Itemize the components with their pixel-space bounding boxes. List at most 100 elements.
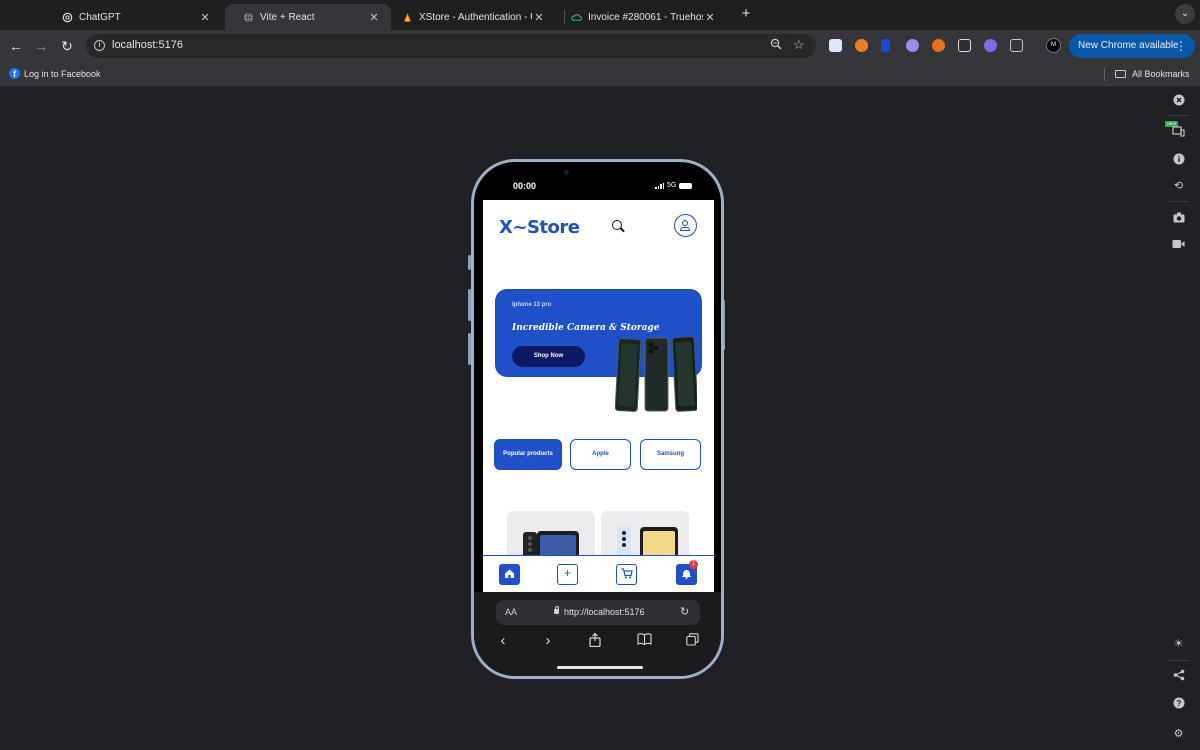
app-logo[interactable]: X~Store xyxy=(499,217,580,238)
tab-search-icon[interactable]: ⌄ xyxy=(1175,4,1195,24)
banner-subtitle: Iphone 13 pro xyxy=(512,302,552,308)
phone-bezel: 00:00 5G X~Store Iphone 13 pro Incredibl… xyxy=(474,162,721,676)
site-info-icon[interactable]: i xyxy=(94,40,105,51)
category-apple[interactable]: Apple xyxy=(570,439,631,470)
home-indicator[interactable] xyxy=(557,666,643,669)
folder-icon[interactable] xyxy=(1115,70,1126,78)
product-card[interactable] xyxy=(601,511,689,561)
forward-icon[interactable]: → xyxy=(31,36,51,56)
extension-swirl-icon[interactable] xyxy=(932,39,945,52)
tab-close-icon[interactable]: ✕ xyxy=(198,11,212,24)
account-head xyxy=(682,220,688,226)
bookmark-facebook[interactable]: Log in to Facebook xyxy=(24,69,101,79)
profile-avatar[interactable]: M xyxy=(1046,38,1061,53)
bookmarks-divider xyxy=(1104,68,1105,81)
bookmarks-bar: f Log in to Facebook All Bookmarks xyxy=(0,61,1200,87)
safari-tabs-icon[interactable] xyxy=(683,633,701,650)
account-icon[interactable] xyxy=(674,214,697,237)
browser-toolbar: ← → ↻ i localhost:5176 ☆ M New Chrome av… xyxy=(0,30,1200,61)
nav-cart-icon[interactable] xyxy=(616,564,637,585)
svg-text:?: ? xyxy=(1176,699,1181,708)
safari-share-icon[interactable] xyxy=(586,632,604,651)
back-icon[interactable]: ← xyxy=(6,36,26,56)
notification-count-badge: 1 xyxy=(689,560,698,569)
video-icon[interactable] xyxy=(1172,239,1185,252)
safari-url[interactable]: http://localhost:5176 xyxy=(564,607,645,617)
safari-reload-icon[interactable]: ↻ xyxy=(680,605,689,618)
camera-icon[interactable] xyxy=(1172,212,1185,225)
rail-divider xyxy=(1167,660,1189,661)
share-icon[interactable] xyxy=(1172,669,1185,682)
address-bar[interactable]: i localhost:5176 ☆ xyxy=(86,34,816,58)
rotate-icon[interactable]: ⟲ xyxy=(1172,180,1185,193)
network-label: 5G xyxy=(667,182,677,189)
samsung-phone-image xyxy=(523,531,579,561)
new-tab-icon[interactable]: + xyxy=(738,6,754,22)
address-url[interactable]: localhost:5176 xyxy=(112,39,183,51)
tab-title: Invoice #280061 - Truehost N xyxy=(588,11,703,23)
status-indicators: 5G xyxy=(655,182,693,189)
phone-notch xyxy=(556,162,643,189)
safari-toolbar: AA http://localhost:5176 ↻ ‹ › xyxy=(474,592,721,676)
all-bookmarks-button[interactable]: All Bookmarks xyxy=(1132,69,1190,79)
settings-gear-icon[interactable]: ⚙ xyxy=(1172,728,1185,741)
cloud-icon xyxy=(571,12,582,23)
battery-icon xyxy=(679,182,693,189)
facebook-icon[interactable]: f xyxy=(9,68,20,79)
tab-vite-react[interactable]: Vite + React ✕ xyxy=(225,4,391,30)
tab-close-icon[interactable]: ✕ xyxy=(703,11,717,24)
extension-bitwarden-icon[interactable] xyxy=(881,39,890,52)
chatgpt-icon xyxy=(62,12,73,23)
banner-title: Incredible Camera & Storage xyxy=(512,323,660,333)
safari-forward-icon[interactable]: › xyxy=(539,633,557,649)
safari-reader-button[interactable]: AA xyxy=(505,607,517,617)
reload-icon[interactable]: ↻ xyxy=(57,36,77,56)
globe-icon xyxy=(243,12,254,23)
tab-close-icon[interactable]: ✕ xyxy=(367,11,381,24)
zoom-icon[interactable] xyxy=(770,38,784,52)
close-circle-icon[interactable] xyxy=(1172,94,1185,107)
extension-metamask-icon[interactable] xyxy=(855,39,868,52)
brightness-icon[interactable]: ☀ xyxy=(1172,638,1185,651)
category-popular-products[interactable]: Popular products xyxy=(494,439,562,470)
info-icon[interactable] xyxy=(1172,153,1185,166)
galaxy-phone-image xyxy=(617,527,678,561)
safari-bookmarks-icon[interactable] xyxy=(635,633,653,649)
extension-grid-icon[interactable] xyxy=(958,39,971,52)
category-samsung[interactable]: Samsung xyxy=(640,439,701,470)
iphone-product-image xyxy=(615,336,697,412)
status-time: 00:00 xyxy=(513,181,537,191)
safari-back-icon[interactable]: ‹ xyxy=(494,633,512,649)
nav-add-icon[interactable]: + xyxy=(557,564,578,585)
firebase-icon xyxy=(402,12,413,23)
signal-icon xyxy=(655,182,664,189)
bottom-navigation: + 1 xyxy=(483,555,714,592)
account-body xyxy=(680,227,690,231)
tab-strip: ChatGPT ✕ Vite + React ✕ XStore - Authen… xyxy=(0,0,1200,30)
help-icon[interactable]: ? xyxy=(1172,697,1185,710)
tab-chatgpt[interactable]: ChatGPT ✕ xyxy=(44,4,222,30)
tab-xstore-auth[interactable]: XStore - Authentication - Use ✕ xyxy=(384,4,556,30)
extension-orb-icon[interactable] xyxy=(984,39,997,52)
safari-address-bar[interactable]: AA http://localhost:5176 ↻ xyxy=(496,600,700,625)
more-menu-icon[interactable]: ⋮ xyxy=(1175,34,1187,58)
device-toggle-icon[interactable] xyxy=(1172,125,1185,138)
front-camera xyxy=(564,170,569,175)
extension-cloud-icon[interactable] xyxy=(906,39,919,52)
search-icon[interactable] xyxy=(612,220,622,230)
nav-home-icon[interactable] xyxy=(499,564,520,585)
shop-now-button[interactable]: Shop Now xyxy=(512,346,585,367)
lock-icon xyxy=(554,606,559,614)
app-screen: X~Store Iphone 13 pro Incredible Camera … xyxy=(483,200,714,592)
extensions-puzzle-icon[interactable] xyxy=(1010,39,1023,52)
tab-close-icon[interactable]: ✕ xyxy=(532,11,546,24)
update-chrome-button[interactable]: New Chrome available ⋮ xyxy=(1069,34,1195,58)
tab-title: XStore - Authentication - Use xyxy=(419,11,532,23)
update-chrome-label: New Chrome available xyxy=(1078,40,1179,51)
rail-divider xyxy=(1167,201,1189,202)
extension-docs-icon[interactable] xyxy=(829,39,842,52)
tab-invoice[interactable]: Invoice #280061 - Truehost N ✕ xyxy=(553,4,727,30)
product-card[interactable] xyxy=(507,511,595,561)
rail-divider xyxy=(1167,115,1189,116)
bookmark-star-icon[interactable]: ☆ xyxy=(793,37,805,53)
